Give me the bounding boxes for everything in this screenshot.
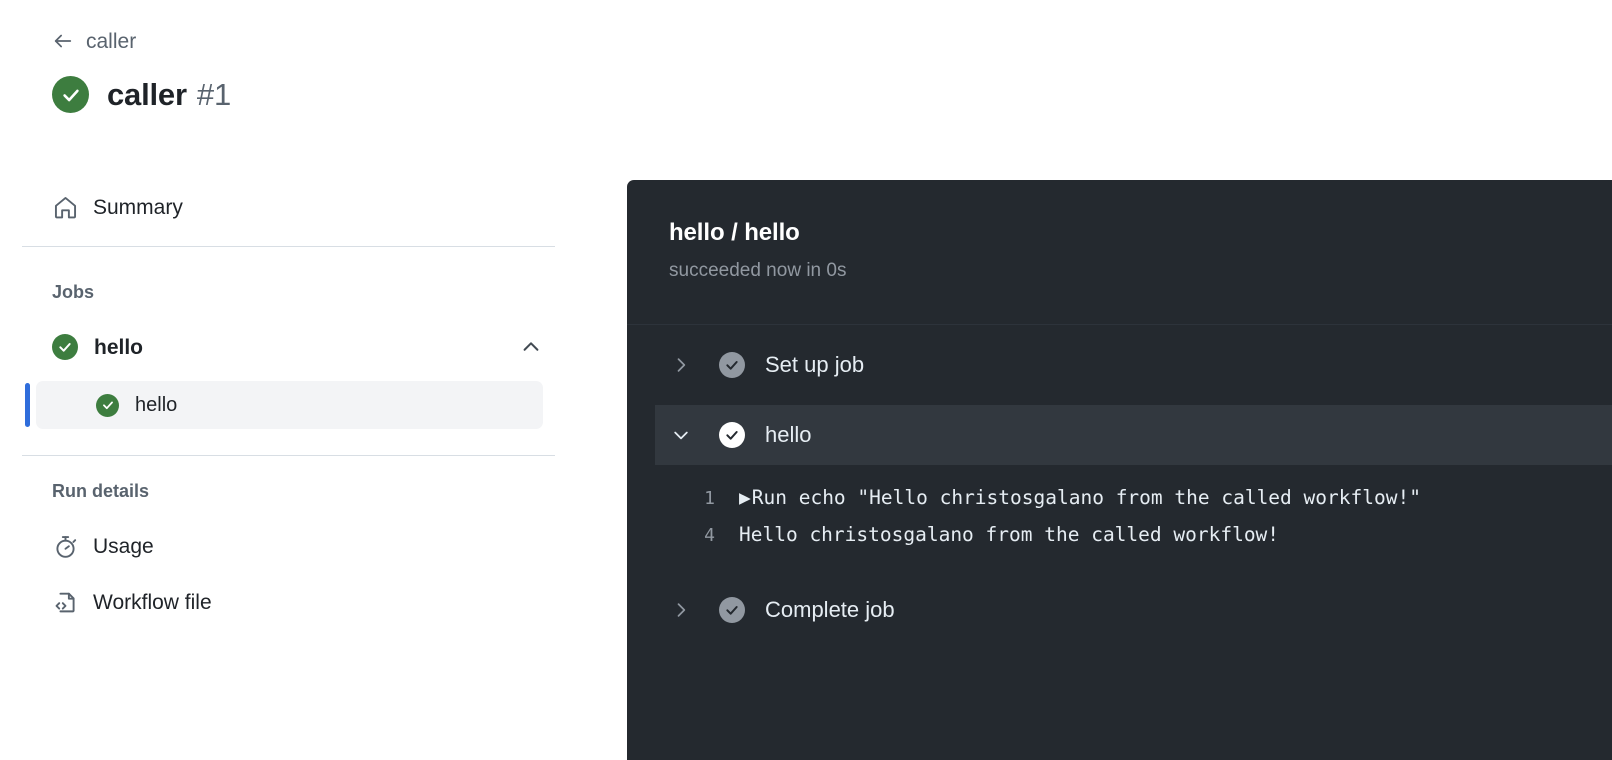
check-circle-icon: [719, 597, 745, 623]
sidebar-item-label: Usage: [93, 535, 154, 558]
check-circle-icon: [96, 393, 119, 417]
sidebar-item-label: Workflow file: [93, 591, 212, 614]
run-number: #1: [196, 77, 232, 112]
breadcrumb[interactable]: caller: [52, 30, 136, 52]
page-title: caller #1: [52, 76, 231, 113]
log-line-content: Run echo "Hello christosgalano from the …: [751, 486, 1421, 509]
sidebar-item-workflow-file[interactable]: Workflow file: [52, 589, 212, 616]
chevron-right-icon: [671, 600, 691, 620]
log-line-number: 4: [704, 525, 715, 546]
sidebar-step-label: hello: [135, 394, 178, 416]
job-log-panel: hello / hello succeeded now in 0s Set up…: [627, 180, 1612, 760]
selected-indicator: [25, 383, 30, 427]
file-code-icon: [52, 589, 79, 616]
sidebar-job-label: hello: [94, 335, 144, 359]
sidebar-item-label: Summary: [93, 196, 183, 219]
sidebar-divider: [22, 246, 555, 247]
arrow-left-icon: [52, 30, 74, 52]
log-line[interactable]: 4 Hello christosgalano from the called w…: [655, 517, 1612, 554]
stopwatch-icon: [52, 533, 79, 560]
sidebar-step-hello[interactable]: hello: [25, 381, 543, 429]
chevron-right-icon: [671, 355, 691, 375]
breadcrumb-label: caller: [86, 29, 137, 53]
log-step-label: hello: [765, 422, 812, 447]
check-circle-icon: [719, 352, 745, 378]
log-step-label: Complete job: [765, 597, 895, 622]
check-circle-icon: [719, 422, 745, 448]
log-step-complete-job[interactable]: Complete job: [655, 580, 1612, 640]
sidebar-job-hello[interactable]: hello: [52, 334, 542, 360]
sidebar-item-usage[interactable]: Usage: [52, 533, 154, 560]
sidebar-divider: [22, 455, 555, 456]
log-line[interactable]: 1 ▶Run echo "Hello christosgalano from t…: [655, 480, 1612, 517]
log-step-hello[interactable]: hello: [655, 405, 1612, 465]
log-panel-title: hello / hello: [669, 219, 800, 246]
sidebar: caller caller #1 Summary Jobs hello hell…: [0, 0, 600, 760]
jobs-section-label: Jobs: [52, 282, 95, 302]
check-circle-icon: [52, 334, 78, 360]
log-panel-header: hello / hello succeeded now in 0s: [627, 180, 1612, 325]
run-title-text: caller: [107, 77, 187, 112]
chevron-up-icon[interactable]: [520, 336, 542, 358]
home-icon: [52, 194, 79, 221]
log-line-number: 1: [704, 488, 715, 509]
log-output: 1 ▶Run echo "Hello christosgalano from t…: [655, 480, 1612, 554]
run-details-section-label: Run details: [52, 481, 150, 501]
log-line-text: ▶Run echo "Hello christosgalano from the…: [739, 480, 1421, 516]
log-step-set-up-job[interactable]: Set up job: [655, 335, 1612, 395]
log-step-label: Set up job: [765, 352, 865, 377]
expand-caret-icon[interactable]: ▶: [739, 486, 751, 509]
log-panel-status: succeeded now in 0s: [669, 260, 847, 281]
log-line-content: Hello christosgalano from the called wor…: [739, 523, 1280, 546]
chevron-down-icon: [671, 425, 691, 445]
check-circle-icon: [52, 76, 89, 113]
sidebar-item-summary[interactable]: Summary: [52, 194, 183, 221]
